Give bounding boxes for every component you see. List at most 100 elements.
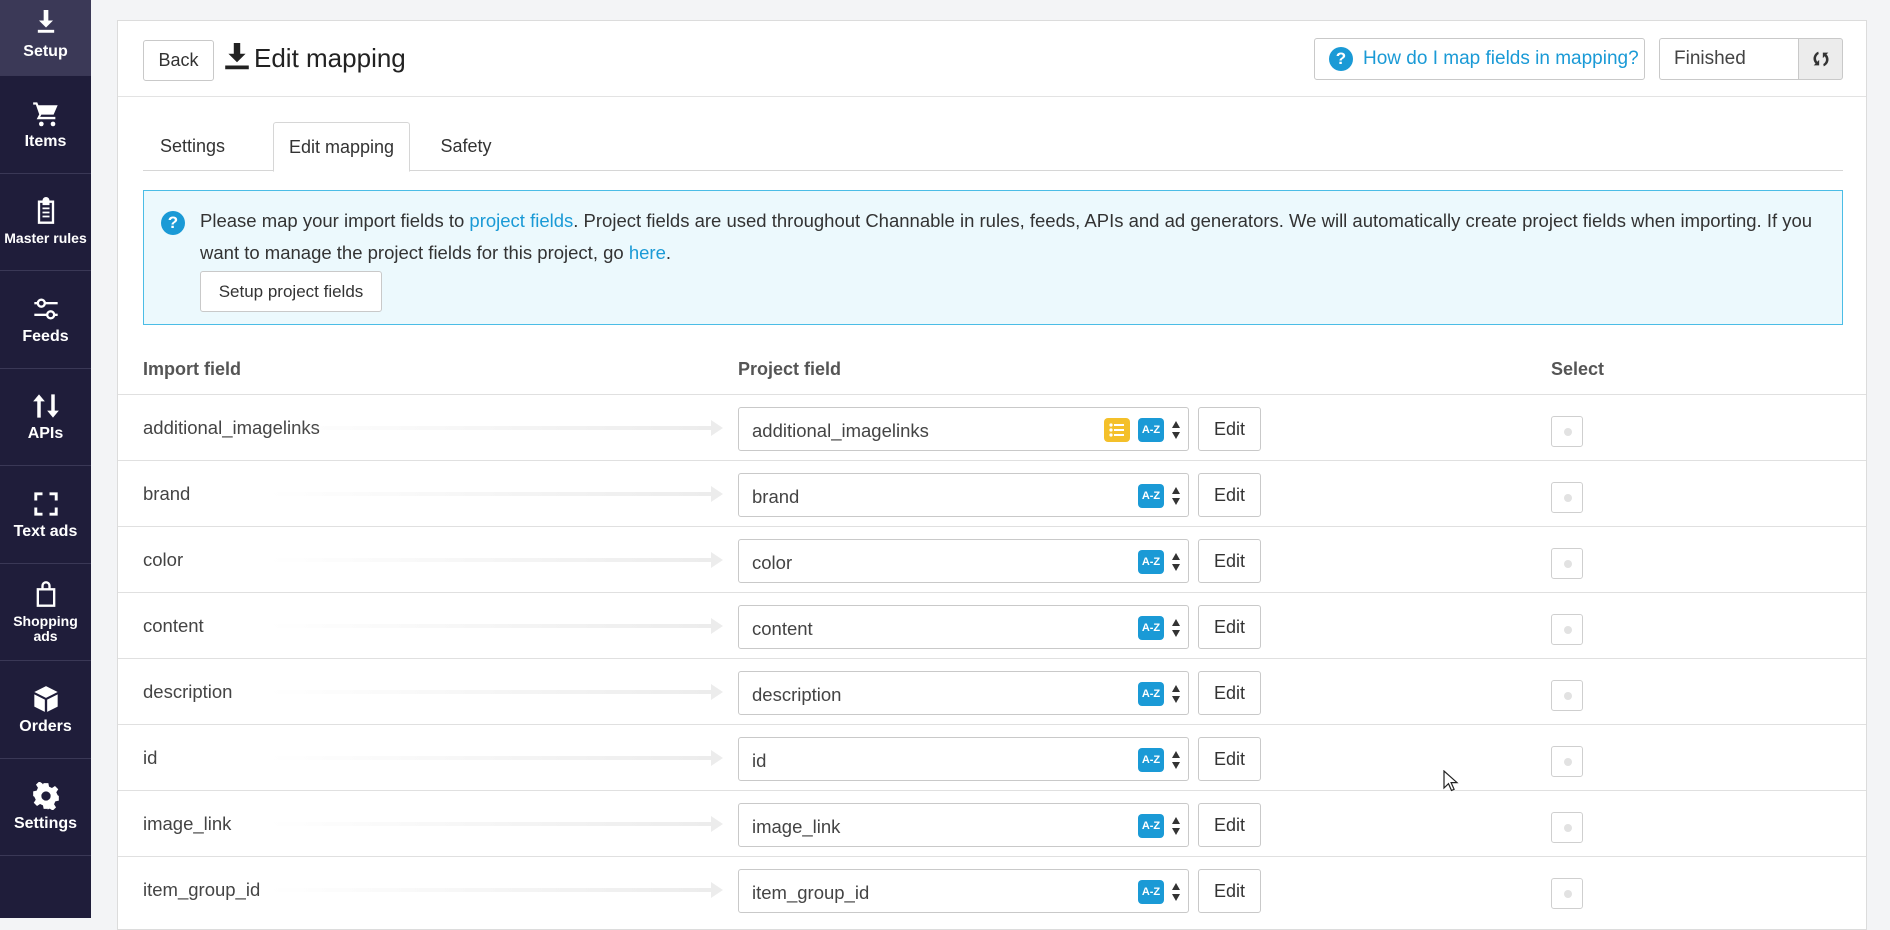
sort-az-icon[interactable]: A-Z (1138, 748, 1164, 772)
sidebar-item-master-rules[interactable]: Master rules (0, 174, 91, 271)
select-checkbox[interactable] (1551, 746, 1583, 777)
sort-az-icon[interactable]: A-Z (1138, 814, 1164, 838)
select-caret-icon (1172, 553, 1180, 571)
project-field-select[interactable]: brand A-Z (738, 473, 1189, 517)
sidebar-item-text-ads[interactable]: Text ads (0, 466, 91, 564)
project-field-value: content (752, 618, 813, 639)
refresh-button[interactable] (1798, 38, 1843, 80)
cart-icon (32, 102, 58, 126)
table-row: image_link image_link A-Z Edit (118, 790, 1866, 856)
sort-az-icon[interactable]: A-Z (1138, 682, 1164, 706)
edit-button[interactable]: Edit (1198, 407, 1261, 451)
select-checkbox[interactable] (1551, 482, 1583, 513)
table-row: brand brand A-Z Edit (118, 460, 1866, 526)
sidebar-item-orders[interactable]: Orders (0, 661, 91, 759)
project-fields-link[interactable]: project fields (469, 210, 573, 231)
main-panel: Back Edit mapping ? How do I map fields … (117, 20, 1867, 930)
project-field-select[interactable]: color A-Z (738, 539, 1189, 583)
sidebar: Setup Items Master rules Feeds APIs Text… (0, 0, 91, 918)
sort-az-icon[interactable]: A-Z (1138, 550, 1164, 574)
help-link-button[interactable]: ? How do I map fields in mapping? (1314, 38, 1645, 80)
sidebar-item-shopping-ads[interactable]: Shopping ads (0, 564, 91, 661)
import-field-name: item_group_id (143, 879, 261, 900)
select-caret-icon (1172, 421, 1180, 439)
edit-button[interactable]: Edit (1198, 803, 1261, 847)
sidebar-item-label: Items (24, 132, 67, 150)
frame-corners-icon (33, 492, 58, 516)
column-header-import-field: Import field (143, 359, 241, 379)
sidebar-item-label: Feeds (22, 327, 69, 345)
sliders-icon (33, 298, 58, 320)
tab-bar: Settings Edit mapping Safety (143, 122, 1843, 172)
select-checkbox[interactable] (1551, 548, 1583, 579)
select-checkbox[interactable] (1551, 812, 1583, 843)
sidebar-item-apis[interactable]: APIs (0, 369, 91, 466)
arrow-right-icon (268, 684, 723, 700)
select-caret-icon (1172, 487, 1180, 505)
table-row: item_group_id item_group_id A-Z Edit (118, 856, 1866, 922)
select-checkbox[interactable] (1551, 680, 1583, 711)
select-checkbox[interactable] (1551, 614, 1583, 645)
table-row: content content A-Z Edit (118, 592, 1866, 658)
edit-button[interactable]: Edit (1198, 605, 1261, 649)
sidebar-item-feeds[interactable]: Feeds (0, 271, 91, 369)
edit-button[interactable]: Edit (1198, 737, 1261, 781)
project-field-value: description (752, 684, 842, 705)
project-field-select[interactable]: image_link A-Z (738, 803, 1189, 847)
project-field-select[interactable]: item_group_id A-Z (738, 869, 1189, 913)
tab-settings[interactable]: Settings (143, 122, 242, 171)
edit-button[interactable]: Edit (1198, 473, 1261, 517)
sort-az-icon[interactable]: A-Z (1138, 418, 1164, 442)
sidebar-item-items[interactable]: Items (0, 76, 91, 174)
status-field: Finished (1659, 38, 1798, 80)
project-field-value: additional_imagelinks (752, 420, 929, 441)
sidebar-item-label: Text ads (13, 522, 78, 540)
project-field-select[interactable]: id A-Z (738, 737, 1189, 781)
box-icon (33, 685, 58, 712)
project-field-select[interactable]: additional_imagelinks A-Z (738, 407, 1189, 451)
up-down-arrows-icon (32, 394, 59, 418)
sidebar-item-label: Setup (23, 43, 68, 60)
arrow-right-icon (268, 750, 723, 766)
arrow-right-icon (268, 816, 723, 832)
here-link[interactable]: here (629, 242, 666, 263)
arrow-right-icon (268, 486, 723, 502)
clipboard-icon (37, 197, 54, 225)
tab-edit-mapping[interactable]: Edit mapping (273, 122, 410, 172)
sidebar-item-setup[interactable]: Setup (0, 0, 91, 76)
project-field-value: brand (752, 486, 800, 507)
tab-safety[interactable]: Safety (423, 122, 509, 171)
project-field-value: image_link (752, 816, 841, 837)
project-field-select[interactable]: content A-Z (738, 605, 1189, 649)
edit-button[interactable]: Edit (1198, 539, 1261, 583)
edit-button[interactable]: Edit (1198, 671, 1261, 715)
sort-az-icon[interactable]: A-Z (1138, 880, 1164, 904)
setup-project-fields-button[interactable]: Setup project fields (200, 271, 382, 312)
sidebar-item-settings[interactable]: Settings (0, 759, 91, 856)
table-row: description description A-Z Edit (118, 658, 1866, 724)
back-button[interactable]: Back (143, 40, 214, 81)
select-checkbox[interactable] (1551, 416, 1583, 447)
select-caret-icon (1172, 817, 1180, 835)
column-header-select: Select (1551, 359, 1605, 379)
question-icon: ? (161, 211, 185, 235)
edit-button[interactable]: Edit (1198, 869, 1261, 913)
sort-az-icon[interactable]: A-Z (1138, 616, 1164, 640)
info-text: Please map your import fields to project… (200, 205, 1820, 269)
table-row: id id A-Z Edit (118, 724, 1866, 790)
sort-az-icon[interactable]: A-Z (1138, 484, 1164, 508)
sidebar-item-label: Shopping ads (13, 612, 78, 644)
import-field-name: description (143, 681, 233, 702)
select-checkbox[interactable] (1551, 878, 1583, 909)
select-caret-icon (1172, 751, 1180, 769)
arrow-right-icon (268, 420, 723, 436)
gear-icon (32, 782, 59, 811)
import-field-name: content (143, 615, 204, 636)
select-caret-icon (1172, 883, 1180, 901)
refresh-icon (1812, 51, 1829, 67)
project-field-select[interactable]: description A-Z (738, 671, 1189, 715)
mouse-cursor-icon (1443, 770, 1459, 792)
page-title: Edit mapping (254, 43, 406, 73)
list-icon[interactable] (1104, 418, 1130, 442)
project-field-value: color (752, 552, 793, 573)
